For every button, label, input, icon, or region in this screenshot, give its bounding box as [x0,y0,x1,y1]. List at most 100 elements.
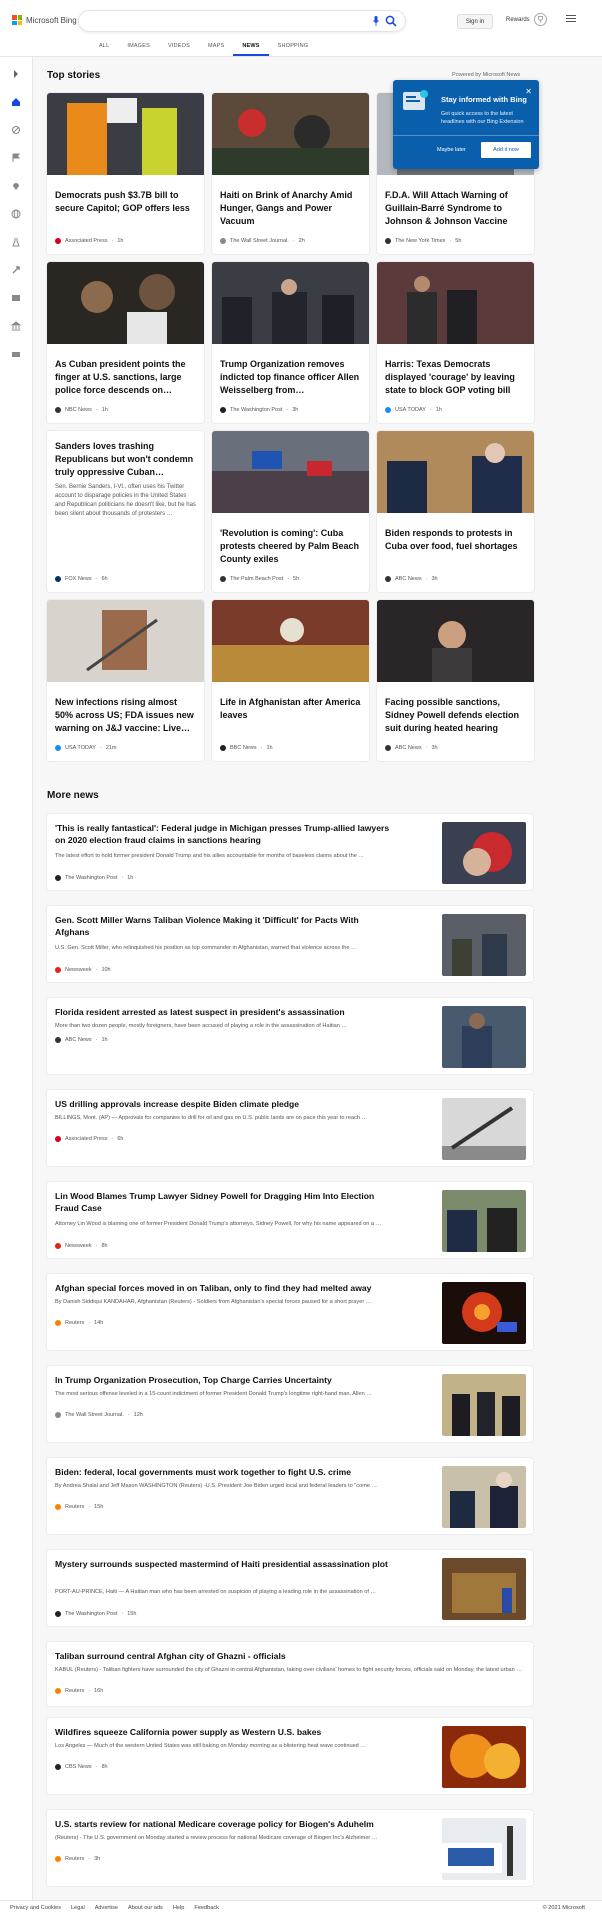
extension-promo-popup: Stay informed with Bing Get quick access… [393,80,539,169]
rewards-label[interactable]: Rewards [506,17,530,23]
news-item[interactable]: Gen. Scott Miller Warns Taliban Violence… [47,906,533,982]
story-card[interactable]: Haiti on Brink of Anarchy Amid Hunger, G… [212,93,369,254]
sports-icon[interactable] [11,125,21,135]
news-item[interactable]: Wildfires squeeze California power suppl… [47,1718,533,1794]
footer-link-help[interactable]: Help [173,1905,185,1911]
news-item[interactable]: Afghan special forces moved in on Taliba… [47,1274,533,1350]
tab-videos[interactable]: VIDEOS [159,41,199,56]
news-title: Lin Wood Blames Trump Lawyer Sidney Powe… [55,1191,375,1213]
reuters-logo-icon [55,1688,61,1694]
story-card[interactable]: 'Revolution is coming': Cuba protests ch… [212,431,369,592]
tab-shopping[interactable]: SHOPPING [269,41,318,56]
news-age: 8h [101,1243,108,1249]
story-source: BBC News [230,745,257,751]
search-input[interactable] [89,11,359,32]
news-title: US drilling approvals increase despite B… [55,1099,300,1109]
footer-link-feedback[interactable]: Feedback [194,1905,219,1911]
news-title: Wildfires squeeze California power suppl… [55,1727,322,1737]
story-card[interactable]: Biden responds to protests in Cuba over … [377,431,534,592]
news-item[interactable]: Lin Wood Blames Trump Lawyer Sidney Powe… [47,1182,533,1258]
story-card[interactable]: New infections rising almost 50% across … [47,600,204,761]
story-card[interactable]: Harris: Texas Democrats displayed 'coura… [377,262,534,423]
news-item[interactable]: US drilling approvals increase despite B… [47,1090,533,1166]
story-source: The Palm Beach Post [230,576,284,582]
hamburger-menu-icon[interactable] [566,15,576,25]
arrow-right-icon[interactable] [11,69,21,79]
story-image [377,600,534,682]
tab-images[interactable]: IMAGES [118,41,159,56]
pbp-logo-icon [220,576,226,582]
bank-icon[interactable] [11,321,21,331]
news-title: U.S. starts review for national Medicare… [55,1819,374,1829]
story-card[interactable]: As Cuban president points the finger at … [47,262,204,423]
card-icon[interactable] [11,349,21,359]
microphone-icon[interactable] [373,16,379,26]
rocket-icon[interactable] [11,265,21,275]
news-age: 15h [94,1504,104,1510]
globe-icon[interactable] [11,209,21,219]
story-source: The Wall Street Journal. [230,238,289,244]
sign-in-button[interactable]: Sign in [457,14,493,29]
search-box[interactable] [78,10,406,32]
footer-link-advertise[interactable]: Advertise [95,1905,118,1911]
maybe-later-button[interactable]: Maybe later [437,147,466,153]
tab-all[interactable]: ALL [90,41,118,56]
news-age: 6h [117,1136,124,1142]
story-card[interactable]: Life in Afghanistan after America leaves… [212,600,369,761]
news-source: CBS News [65,1764,92,1770]
usatoday-logo-icon [55,745,61,751]
story-image [212,431,369,513]
bing-logo[interactable]: Microsoft Bing [12,15,77,25]
story-card[interactable]: Trump Organization removes indicted top … [212,262,369,423]
news-item[interactable]: Florida resident arrested as latest susp… [47,998,533,1074]
news-snippet: More than two dozen people, mostly forei… [55,1023,347,1029]
news-item[interactable]: In Trump Organization Prosecution, Top C… [47,1366,533,1442]
add-it-now-button[interactable]: Add it now [481,142,531,158]
footer-link-privacy[interactable]: Privacy and Cookies [10,1905,61,1911]
story-card[interactable]: Facing possible sanctions, Sidney Powell… [377,600,534,761]
tab-news[interactable]: NEWS [233,41,269,56]
footer-link-legal[interactable]: Legal [71,1905,85,1911]
story-card[interactable]: Sanders loves trashing Republicans but w… [47,431,204,592]
close-icon[interactable]: ✕ [525,87,532,96]
news-snippet: By Andrea Shalal and Jeff Mason WASHINGT… [55,1483,378,1489]
news-age: 10h [101,967,111,973]
tab-maps[interactable]: MAPS [199,41,233,56]
news-source: Reuters [65,1320,85,1326]
news-source: Reuters [65,1856,85,1862]
news-item[interactable]: Taliban surround central Afghan city of … [47,1642,533,1706]
news-snippet: The most serious offense leveled in a 15… [55,1391,372,1397]
story-source: The Washington Post [230,407,283,413]
footer: Privacy and Cookies Legal Advertise Abou… [0,1900,602,1917]
news-snippet: (Reuters) - The U.S. government on Monda… [55,1835,378,1841]
news-age: 8h [101,1764,108,1770]
news-item[interactable]: 'This is really fantastical': Federal ju… [47,814,533,890]
fox-logo-icon [55,576,61,582]
news-item[interactable]: Mystery surrounds suspected mastermind o… [47,1550,533,1626]
home-icon[interactable] [11,97,21,107]
news-snippet: BILLINGS, Mont. (AP) — Approvals for com… [55,1115,368,1121]
story-card[interactable]: Democrats push $3.7B bill to secure Capi… [47,93,204,254]
story-source: USA TODAY [65,745,96,751]
location-pin-icon[interactable] [11,181,21,191]
rewards-trophy-icon[interactable] [534,13,547,26]
news-item[interactable]: U.S. starts review for national Medicare… [47,1810,533,1886]
wapo-logo-icon [55,1611,61,1617]
tv-icon[interactable] [11,293,21,303]
story-image [47,600,204,682]
story-image [47,93,204,175]
search-icon[interactable] [385,15,397,27]
story-source: NBC News [65,407,92,413]
powered-by-label: Powered by Microsoft News [452,72,521,78]
news-snippet: KABUL (Reuters) - Taliban fighters have … [55,1667,522,1673]
flag-icon[interactable] [11,153,21,163]
story-age: 3h [431,745,438,751]
abc-logo-icon [385,576,391,582]
story-age: 6h [101,576,108,582]
news-item[interactable]: Biden: federal, local governments must w… [47,1458,533,1534]
footer-link-about-ads[interactable]: About our ads [128,1905,163,1911]
story-age: 3h [431,576,438,582]
science-icon[interactable] [11,237,21,247]
news-snippet: The latest effort to hold former preside… [55,853,364,859]
story-title: Life in Afghanistan after America leaves [220,697,361,720]
